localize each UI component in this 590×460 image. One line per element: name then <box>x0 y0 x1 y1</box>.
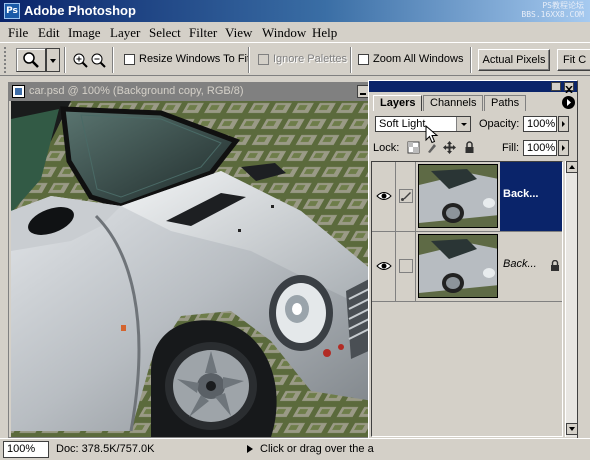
lock-position-icon[interactable] <box>443 141 456 154</box>
resize-windows-label: Resize Windows To Fit <box>139 53 251 65</box>
actual-pixels-button[interactable]: Actual Pixels <box>478 49 550 71</box>
magnifier-icon <box>23 52 39 68</box>
layer-name: Back... <box>503 188 539 200</box>
tab-channels[interactable]: Channels <box>423 95 484 111</box>
watermark: PS教程论坛 BBS.16XX8.COM <box>500 1 584 21</box>
layers-scrollbar[interactable] <box>565 161 578 437</box>
triangle-right-icon <box>562 121 565 127</box>
triangle-right-icon <box>247 445 253 453</box>
separator <box>470 47 472 73</box>
layer-row[interactable]: Back... <box>372 232 562 302</box>
ignore-palettes-checkbox[interactable] <box>258 54 269 65</box>
menu-edit[interactable]: Edit <box>38 25 60 41</box>
menu-view[interactable]: View <box>225 25 252 41</box>
opacity-slider-button[interactable] <box>558 116 569 132</box>
fit-on-screen-button[interactable]: Fit C <box>557 49 590 71</box>
options-bar: Resize Windows To Fit Ignore Palettes Zo… <box>0 42 590 76</box>
status-hint: Click or drag over the a <box>260 443 374 455</box>
separator <box>64 47 66 73</box>
zoom-all-windows-checkbox[interactable] <box>358 54 369 65</box>
scroll-up-button[interactable] <box>566 161 578 173</box>
blend-mode-select[interactable]: Soft Light <box>375 116 471 132</box>
app-titlebar: Ps Adobe Photoshop PS教程论坛 BBS.16XX8.COM <box>0 0 590 22</box>
status-menu-button[interactable] <box>244 443 256 455</box>
menu-file[interactable]: File <box>8 25 28 41</box>
chevron-down-icon <box>456 117 470 131</box>
palette-titlebar[interactable] <box>369 81 577 94</box>
image-canvas[interactable] <box>11 101 373 437</box>
zoom-out-icon[interactable] <box>90 52 106 68</box>
menu-layer[interactable]: Layer <box>110 25 140 41</box>
lock-pixels-icon[interactable] <box>425 141 438 154</box>
lock-transparency-icon[interactable] <box>407 141 420 154</box>
layer-name-cell[interactable]: Back... <box>500 232 562 301</box>
layer-name: Back... <box>503 258 537 270</box>
layers-palette: Layers Channels Paths Soft Light Opacity… <box>368 80 578 455</box>
close-icon <box>565 85 573 94</box>
zoom-in-icon[interactable] <box>72 52 88 68</box>
resize-windows-checkbox[interactable] <box>124 54 135 65</box>
ignore-palettes-label: Ignore Palettes <box>273 53 347 65</box>
separator <box>112 47 114 73</box>
palette-minimize-button[interactable] <box>551 82 561 91</box>
paintbrush-icon <box>399 189 413 203</box>
eye-icon <box>376 192 392 200</box>
document-window: car.psd @ 100% (Background copy, RGB/8) <box>8 82 375 438</box>
tool-preset-dropdown[interactable] <box>46 48 60 72</box>
menu-bar: File Edit Image Layer Select Filter View… <box>0 22 590 42</box>
fill-slider-button[interactable] <box>558 140 569 156</box>
scroll-down-button[interactable] <box>566 423 578 435</box>
menu-filter[interactable]: Filter <box>189 25 217 41</box>
lock-all-icon[interactable] <box>463 141 476 154</box>
lock-icon <box>551 260 559 271</box>
document-icon <box>12 85 25 98</box>
triangle-right-icon <box>562 145 565 151</box>
fill-label: Fill: <box>502 142 520 154</box>
lock-label: Lock: <box>373 142 400 154</box>
palette-menu-button[interactable] <box>562 96 575 109</box>
eye-icon <box>376 262 392 270</box>
opacity-label: Opacity: <box>479 118 520 130</box>
triangle-right-icon <box>567 99 571 106</box>
tab-layers[interactable]: Layers <box>373 95 423 111</box>
separator <box>248 47 250 73</box>
layer-thumbnail <box>418 164 498 228</box>
app-title: Adobe Photoshop <box>24 3 136 18</box>
document-titlebar[interactable]: car.psd @ 100% (Background copy, RGB/8) <box>9 83 375 101</box>
document-title: car.psd @ 100% (Background copy, RGB/8) <box>29 85 244 97</box>
triangle-down-icon <box>569 427 575 431</box>
empty-link-box <box>399 259 413 273</box>
triangle-up-icon <box>569 165 575 169</box>
options-grip[interactable] <box>4 47 10 73</box>
layer-name-cell[interactable]: Back... <box>500 162 562 231</box>
tab-paths[interactable]: Paths <box>484 95 527 111</box>
photoshop-logo-icon: Ps <box>4 3 20 19</box>
watermark-line-2: BBS.16XX8.COM <box>521 10 584 19</box>
chevron-down-icon <box>50 59 56 63</box>
fill-input[interactable]: 100% <box>523 140 557 156</box>
visibility-toggle[interactable] <box>372 162 396 231</box>
layer-list: Back... Back... <box>371 161 563 437</box>
opacity-input[interactable]: 100% <box>523 116 557 132</box>
menu-window[interactable]: Window <box>262 25 306 41</box>
zoom-level-input[interactable]: 100% <box>3 441 49 458</box>
status-bar: 100% Doc: 378.5K/757.0K Click or drag ov… <box>0 438 590 460</box>
menu-help[interactable]: Help <box>312 25 337 41</box>
blend-mode-value: Soft Light <box>379 118 426 130</box>
menu-select[interactable]: Select <box>149 25 181 41</box>
zoom-tool-preset-button[interactable] <box>16 48 46 72</box>
document-size-info: Doc: 378.5K/757.0K <box>56 443 155 455</box>
layer-link-cell[interactable] <box>396 162 416 231</box>
layer-row[interactable]: Back... <box>372 162 562 232</box>
visibility-toggle[interactable] <box>372 232 396 301</box>
layer-link-cell[interactable] <box>396 232 416 301</box>
layer-thumbnail <box>418 234 498 298</box>
menu-image[interactable]: Image <box>68 25 100 41</box>
separator <box>350 47 352 73</box>
zoom-all-windows-label: Zoom All Windows <box>373 53 464 65</box>
palette-close-button[interactable] <box>564 82 574 94</box>
car-photo <box>11 101 373 437</box>
watermark-line-1: PS教程论坛 <box>542 1 584 10</box>
